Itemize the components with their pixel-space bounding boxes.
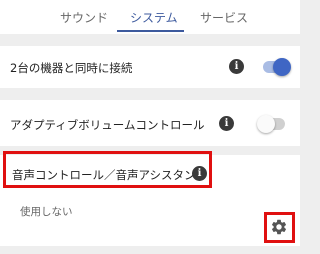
voice-label-highlight xyxy=(3,151,212,188)
toggle-knob xyxy=(257,115,275,133)
tab-services[interactable]: サービス xyxy=(200,9,248,26)
gear-icon[interactable] xyxy=(270,218,288,236)
tab-sound[interactable]: サウンド xyxy=(60,9,108,26)
voice-assistant-value: 使用しない xyxy=(20,206,73,218)
setting-label-multipoint: 2台の機器と同時に接続 xyxy=(10,61,133,75)
adaptive-volume-toggle[interactable] xyxy=(257,115,285,133)
multipoint-toggle[interactable] xyxy=(263,58,291,76)
active-tab-indicator xyxy=(117,30,184,32)
info-icon[interactable]: i xyxy=(219,116,234,131)
toggle-knob xyxy=(273,58,291,76)
tab-bar: サウンド システム サービス xyxy=(0,0,300,34)
setting-row-adaptive-volume: アダプティブボリュームコントロール i xyxy=(0,100,300,146)
tab-system[interactable]: システム xyxy=(130,9,178,26)
setting-label-adaptive-volume: アダプティブボリュームコントロール xyxy=(10,118,205,132)
info-icon[interactable]: i xyxy=(229,59,244,74)
setting-row-multipoint: 2台の機器と同時に接続 i xyxy=(0,46,300,88)
